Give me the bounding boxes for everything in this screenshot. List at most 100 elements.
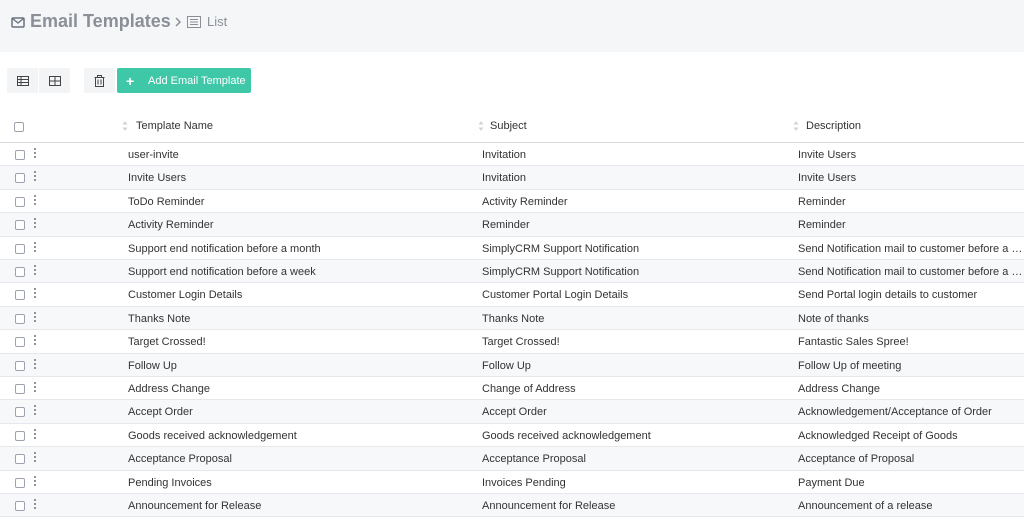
table-row[interactable]: user-invite Invitation Invite Users: [0, 143, 1024, 167]
envelope-icon: [11, 17, 25, 28]
add-email-template-button[interactable]: + Add Email Template: [117, 68, 251, 93]
row-checkbox[interactable]: [15, 360, 25, 371]
row-checkbox[interactable]: [15, 384, 25, 394]
table-row[interactable]: ToDo Reminder Activity Reminder Reminder: [0, 190, 1024, 214]
row-checkbox[interactable]: [15, 477, 25, 488]
cell-subject: Invitation: [482, 172, 527, 185]
cell-description: Follow Up of meeting: [798, 359, 902, 372]
add-email-template-label: Add Email Template: [148, 74, 246, 87]
kebab-icon[interactable]: [34, 452, 37, 464]
kebab-icon[interactable]: [34, 405, 37, 417]
cell-template-name[interactable]: ToDo Reminder: [128, 196, 468, 208]
row-checkbox[interactable]: [15, 454, 25, 465]
sort-icon[interactable]: [122, 120, 128, 132]
sort-icon[interactable]: [478, 120, 484, 132]
delete-button[interactable]: [84, 68, 115, 93]
table-row[interactable]: Address Change Change of Address Address C…: [0, 377, 1024, 401]
cell-template-name[interactable]: Support end notification before a month: [128, 243, 468, 255]
kebab-icon[interactable]: [34, 241, 37, 254]
row-checkbox[interactable]: [15, 501, 25, 511]
cell-template-name[interactable]: Address Change: [128, 383, 468, 395]
breadcrumb[interactable]: List: [207, 14, 227, 29]
table-row[interactable]: Follow Up Follow Up Follow Up of meeting: [0, 353, 1024, 377]
kebab-icon[interactable]: [34, 148, 37, 160]
cell-description: Acceptance of Proposal: [798, 453, 915, 466]
cell-template-name[interactable]: user-invite: [128, 149, 468, 161]
row-checkbox[interactable]: [15, 150, 25, 160]
plus-icon: +: [126, 72, 135, 89]
table-row[interactable]: Announcement for Release Announcement for…: [0, 494, 1024, 518]
table-row[interactable]: Activity Reminder Reminder Reminder: [0, 213, 1024, 237]
row-checkbox[interactable]: [15, 337, 25, 348]
cell-description: Reminder: [798, 219, 846, 232]
column-header-description[interactable]: Description: [806, 120, 861, 132]
cell-template-name[interactable]: Thanks Note: [128, 313, 468, 325]
cell-description: Send Portal login details to customer: [798, 289, 978, 302]
grid-view-button[interactable]: [39, 68, 70, 93]
table-row[interactable]: Pending Invoices Invoices Pending Payment …: [0, 471, 1024, 494]
cell-subject: Reminder: [482, 219, 530, 232]
cell-description: Reminder: [798, 195, 846, 208]
cell-template-name[interactable]: Support end notification before a week: [128, 266, 468, 278]
cell-description: Invite Users: [798, 172, 857, 185]
kebab-icon[interactable]: [34, 311, 37, 324]
row-checkbox[interactable]: [15, 290, 25, 301]
row-checkbox[interactable]: [15, 407, 25, 418]
cell-template-name[interactable]: Acceptance Proposal: [128, 453, 468, 465]
cell-description: Payment Due: [798, 476, 865, 489]
cell-subject: Change of Address: [482, 383, 576, 395]
cell-subject: Goods received acknowledgement: [482, 429, 651, 442]
select-all-checkbox[interactable]: [14, 122, 24, 132]
table-row[interactable]: Acceptance Proposal Acceptance Proposal Ac…: [0, 447, 1024, 471]
cell-template-name[interactable]: Target Crossed!: [128, 336, 468, 348]
kebab-icon[interactable]: [34, 194, 37, 207]
cell-template-name[interactable]: Announcement for Release: [128, 500, 468, 512]
kebab-icon[interactable]: [34, 358, 37, 371]
cell-template-name[interactable]: Pending Invoices: [128, 477, 468, 489]
table-row[interactable]: Target Crossed! Target Crossed! Fantastic …: [0, 330, 1024, 354]
cell-description: Address Change: [798, 383, 880, 395]
list-view-button[interactable]: [7, 68, 38, 93]
table-row[interactable]: Invite Users Invitation Invite Users: [0, 166, 1024, 190]
trash-icon: [94, 74, 105, 87]
kebab-icon[interactable]: [34, 335, 37, 347]
cell-template-name[interactable]: Invite Users: [128, 172, 468, 184]
row-checkbox[interactable]: [15, 267, 25, 277]
page-title: Email Templates: [30, 11, 171, 31]
kebab-icon[interactable]: [34, 265, 37, 277]
row-checkbox[interactable]: [15, 313, 25, 324]
sort-icon[interactable]: [793, 120, 799, 132]
column-header-subject[interactable]: Subject: [490, 120, 527, 132]
cell-template-name[interactable]: Customer Login Details: [128, 289, 468, 301]
cell-description: Send Notification mail to customer befor…: [798, 242, 1024, 255]
table-row[interactable]: Thanks Note Thanks Note Note of thanks: [0, 306, 1024, 331]
table-row[interactable]: Accept Order Accept Order Acknowledgement/…: [0, 400, 1024, 424]
kebab-icon[interactable]: [34, 499, 37, 511]
table-row[interactable]: Goods received acknowledgement Goods rece…: [0, 424, 1024, 448]
table-row[interactable]: Customer Login Details Customer Portal Lo…: [0, 283, 1024, 307]
column-header-template-name[interactable]: Template Name: [136, 120, 213, 132]
table-row[interactable]: Support end notification before a week Si…: [0, 260, 1024, 284]
row-checkbox[interactable]: [15, 173, 25, 184]
cell-template-name[interactable]: Accept Order: [128, 406, 468, 418]
kebab-icon[interactable]: [34, 218, 37, 230]
cell-description: Acknowledged Receipt of Goods: [798, 429, 958, 442]
row-checkbox[interactable]: [15, 430, 25, 441]
kebab-icon[interactable]: [34, 475, 37, 488]
cell-description: Send Notification mail to customer befor…: [798, 266, 1024, 278]
cell-description: Note of thanks: [798, 312, 869, 325]
kebab-icon[interactable]: [34, 428, 37, 441]
cell-template-name[interactable]: Follow Up: [128, 360, 468, 372]
row-checkbox[interactable]: [15, 220, 25, 231]
kebab-icon[interactable]: [34, 288, 37, 300]
grid-view-icon: [48, 75, 61, 86]
cell-template-name[interactable]: Activity Reminder: [128, 219, 468, 231]
table-header: Template Name Subject Description: [0, 112, 1024, 143]
kebab-icon[interactable]: [34, 171, 37, 183]
cell-template-name[interactable]: Goods received acknowledgement: [128, 430, 468, 442]
row-checkbox[interactable]: [15, 243, 25, 254]
table-row[interactable]: Support end notification before a month S…: [0, 237, 1024, 260]
cell-subject: Thanks Note: [482, 312, 545, 325]
kebab-icon[interactable]: [34, 382, 37, 394]
row-checkbox[interactable]: [15, 196, 25, 207]
